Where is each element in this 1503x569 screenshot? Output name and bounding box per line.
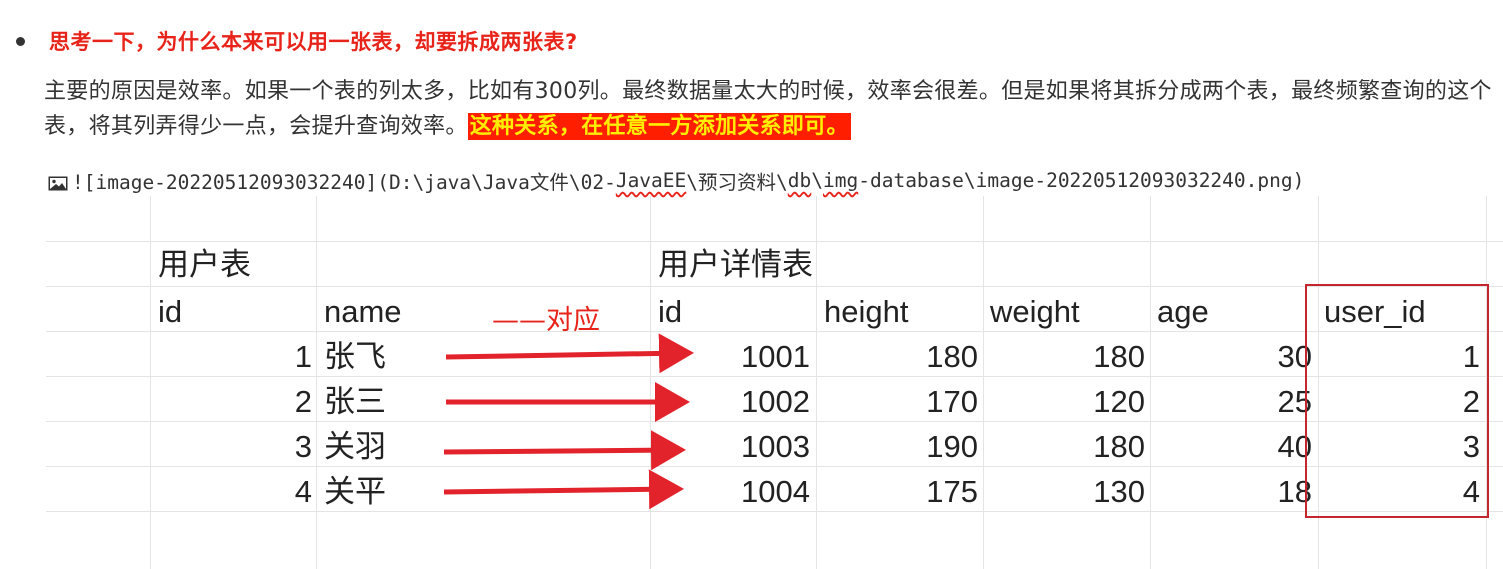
markdown-image-link[interactable]: ![image-20220512093032240](D:\java\Java文…	[48, 166, 1304, 195]
arrow-row-3	[443, 430, 686, 471]
link-prefix: ![image-20220512093032240](D:\java\Java文…	[72, 171, 616, 194]
link-mid: \预习资料\	[686, 171, 788, 194]
link-img: img	[823, 169, 859, 192]
explanation-paragraph: 主要的原因是效率。如果一个表的列太多，比如有300列。最终数据量太大的时候，效率…	[44, 74, 1494, 144]
highlighted-conclusion: 这种关系，在任意一方添加关系即可。	[467, 113, 851, 140]
question-heading: 思考一下，为什么本来可以用一张表，却要拆成两张表?	[49, 30, 578, 54]
link-suffix: -database\image-20220512093032240.png)	[858, 169, 1305, 192]
link-javaee: JavaEE	[615, 169, 687, 192]
arrow-row-1	[445, 333, 694, 374]
link-mid2: \	[811, 169, 823, 192]
arrow-row-4	[443, 469, 684, 510]
bullet-heading: 思考一下，为什么本来可以用一张表，却要拆成两张表?	[10, 24, 578, 58]
user-id-highlight-box	[1305, 284, 1489, 518]
mapping-arrows	[443, 333, 694, 510]
image-icon	[48, 173, 68, 191]
spreadsheet-image: 用户表 用户详情表 id name id height weight age u…	[0, 196, 1503, 569]
link-db: db	[787, 169, 812, 192]
bullet-dot	[16, 36, 25, 46]
